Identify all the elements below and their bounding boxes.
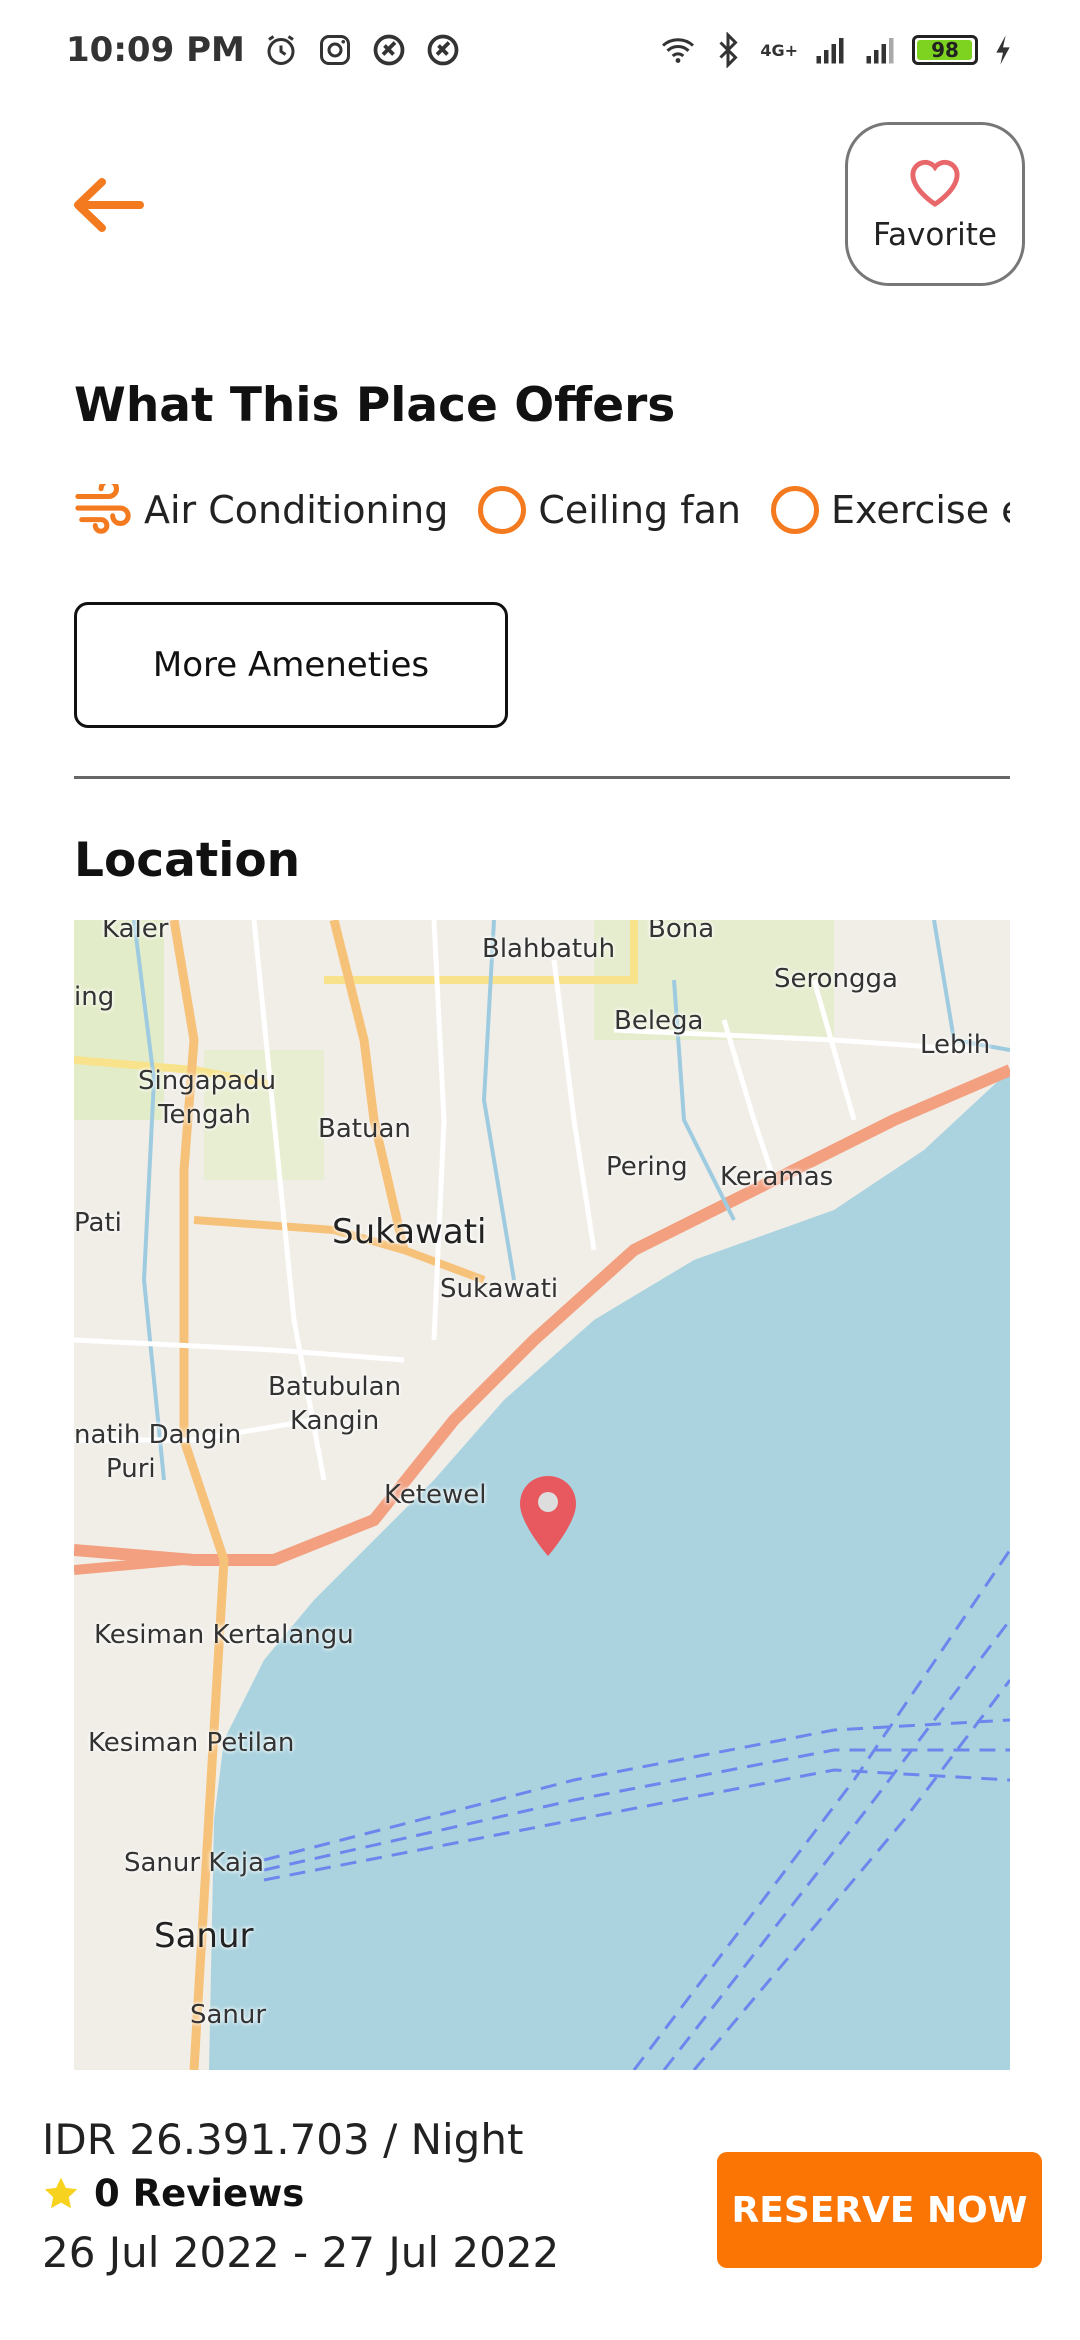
price-per-night: IDR 26.391.703 / Night xyxy=(42,2115,524,2164)
rating: 0 Reviews xyxy=(42,2172,304,2215)
map-label: Pering xyxy=(606,1152,688,1182)
map-label: Belega xyxy=(614,1006,704,1036)
map-label: Tengah xyxy=(158,1100,251,1130)
heart-icon xyxy=(910,159,960,207)
amenity-item: Exercise equipment xyxy=(770,486,1010,534)
amenities-list: Air Conditioning Ceiling fan Exercise eq… xyxy=(74,470,1010,550)
amenities-title: What This Place Offers xyxy=(74,378,676,433)
map-label: Sanur xyxy=(190,2000,267,2030)
map-label: Blahbatuh xyxy=(482,934,616,964)
status-time: 10:09 PM xyxy=(66,30,245,70)
map-label: Bona xyxy=(648,920,715,944)
map-label: Kaler xyxy=(102,920,169,944)
map-label: Puri xyxy=(106,1454,156,1484)
status-bar: 10:09 PM 4G+ 98 xyxy=(0,0,1080,100)
wifi-icon xyxy=(662,38,695,63)
amenity-item: Air Conditioning xyxy=(74,484,448,536)
amenity-label: Exercise equipment xyxy=(830,488,1010,532)
amenity-label: Air Conditioning xyxy=(144,488,449,532)
status-left: 10:09 PM xyxy=(66,30,461,70)
reserve-now-button[interactable]: RESERVE NOW xyxy=(717,2152,1042,2268)
network-type: 4G+ xyxy=(760,40,798,60)
location-map[interactable]: Kaler Bona Blahbatuh ing Serongga Belega… xyxy=(74,920,1010,2070)
circle-icon xyxy=(478,486,527,534)
bluetooth-icon xyxy=(719,32,738,68)
signal-icon-2 xyxy=(866,38,894,64)
circle-icon xyxy=(770,486,819,534)
map-label: Kesiman Petilan xyxy=(88,1728,295,1758)
map-label: Batuan xyxy=(318,1114,411,1144)
map-pin-icon[interactable] xyxy=(520,1476,576,1556)
back-button[interactable] xyxy=(70,170,150,240)
battery-icon: 98 xyxy=(912,35,978,65)
app-notification-icon-2 xyxy=(427,34,459,66)
favorite-button[interactable]: Favorite xyxy=(845,122,1025,286)
charging-icon xyxy=(996,35,1010,65)
stay-dates: 26 Jul 2022 - 27 Jul 2022 xyxy=(42,2228,560,2277)
map-label: Kesiman Kertalangu xyxy=(94,1620,354,1650)
map-label: Singapadu xyxy=(138,1066,277,1096)
reviews-count: 0 Reviews xyxy=(94,2172,305,2215)
amenity-label: Ceiling fan xyxy=(538,488,741,532)
app-notification-icon xyxy=(373,34,405,66)
instagram-icon xyxy=(319,35,350,65)
map-label: Lebih xyxy=(920,1030,991,1060)
map-label: Keramas xyxy=(720,1162,834,1192)
map-label: Kangin xyxy=(290,1406,380,1436)
alarm-icon xyxy=(267,35,295,65)
map-label: Sanur Kaja xyxy=(124,1848,265,1878)
wind-icon xyxy=(75,484,131,534)
status-right: 4G+ 98 xyxy=(660,32,1014,68)
location-title: Location xyxy=(74,833,301,888)
map-label: Ketewel xyxy=(384,1480,487,1510)
map-label: Pati xyxy=(74,1208,122,1238)
favorite-label: Favorite xyxy=(873,217,997,253)
map-label: Serongga xyxy=(774,964,898,994)
amenity-item: Ceiling fan xyxy=(478,486,741,534)
battery-level: 98 xyxy=(931,38,959,62)
map-label: Sanur xyxy=(154,1916,254,1956)
map-label: Batubulan xyxy=(268,1372,402,1402)
more-amenities-button[interactable]: More Ameneties xyxy=(74,602,508,728)
back-arrow-icon xyxy=(74,178,144,232)
map-label: ing xyxy=(74,982,115,1012)
map-label: natih Dangin xyxy=(74,1420,242,1450)
map-label: Sukawati xyxy=(440,1274,559,1304)
star-icon xyxy=(44,2177,78,2208)
divider xyxy=(74,776,1010,779)
map-label: Sukawati xyxy=(332,1212,487,1252)
signal-icon xyxy=(816,38,844,64)
